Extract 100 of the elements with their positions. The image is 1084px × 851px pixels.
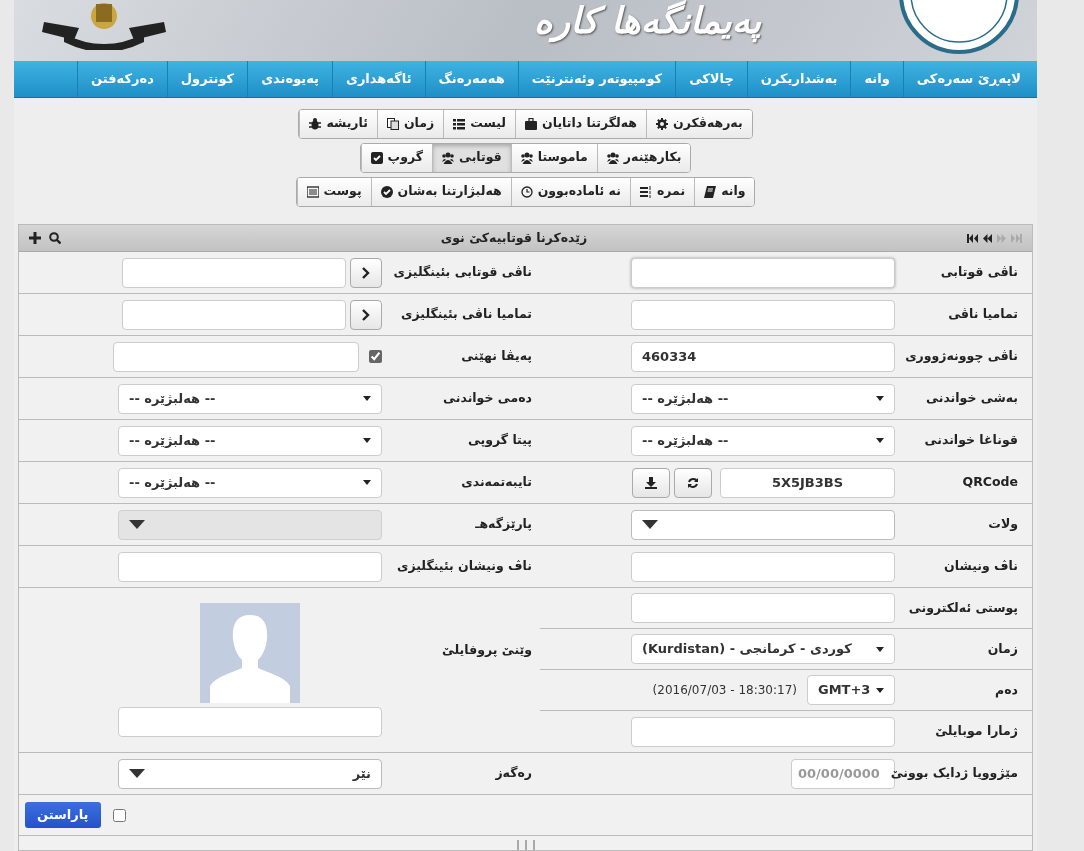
toolbar-button[interactable]: هەلگرتنا داتایان xyxy=(515,109,646,138)
users-icon xyxy=(442,151,454,164)
select-field[interactable]: -- هەلبژێرە -- xyxy=(631,425,895,456)
toolbar-button[interactable]: قوتابی xyxy=(432,143,511,172)
qrcode-field[interactable]: 5X5JB3BS xyxy=(720,467,895,498)
input-field[interactable] xyxy=(118,707,382,737)
input-field[interactable] xyxy=(122,299,346,330)
checkbox[interactable] xyxy=(112,808,126,822)
check-circle-icon xyxy=(380,185,393,198)
save-button[interactable]: پاراستن xyxy=(25,802,101,828)
select-field[interactable]: -- هەلبژێرە -- xyxy=(118,383,382,414)
field-label: زمان xyxy=(986,639,1018,658)
checkbox[interactable] xyxy=(369,350,382,363)
field-label: تماميا ناڤی بئینگلیزی xyxy=(400,305,532,324)
toolbar-button[interactable]: ئاریشە xyxy=(299,109,377,138)
download-icon xyxy=(645,476,657,489)
arrow-button[interactable] xyxy=(350,257,382,288)
field-label: ناڤی قوتابی xyxy=(939,263,1018,282)
add-button[interactable] xyxy=(29,232,41,244)
numbered-list-icon xyxy=(639,185,652,198)
list-icon xyxy=(453,117,466,130)
field-label: رەگەز xyxy=(494,764,532,783)
avatar-icon xyxy=(200,603,300,703)
timezone-select[interactable]: GMT+3 xyxy=(807,675,895,705)
toolbar-button[interactable]: نە ئامادەبوون xyxy=(510,177,630,206)
field-label: پیتا گروپی xyxy=(466,431,532,450)
field-label: دەم xyxy=(994,680,1018,700)
caret-icon xyxy=(363,480,371,485)
field-label: QRCode xyxy=(961,473,1018,492)
search-icon xyxy=(49,232,61,244)
field-label: تایبەتمەندی xyxy=(460,473,532,492)
field-label: ناڤی قوتابی بئینگلیزی xyxy=(392,263,532,282)
input-field[interactable] xyxy=(631,551,895,582)
field-label: پارێزگەهـ xyxy=(474,515,532,534)
field-label: پەیڤا نهێنی xyxy=(460,347,532,366)
toolbar-button[interactable]: زمان xyxy=(376,109,444,138)
chevron-icon xyxy=(362,308,370,321)
input-field[interactable] xyxy=(113,341,359,372)
last-page-icon xyxy=(1011,233,1022,243)
field-label: تماميا ناڤی xyxy=(947,305,1018,324)
briefcase-icon xyxy=(525,117,537,130)
toolbar-button[interactable]: بکارهێنەر xyxy=(596,143,691,172)
toolbar-button[interactable]: گروپ xyxy=(360,143,432,172)
toolbar-button[interactable]: نمرە xyxy=(629,177,695,206)
toolbar-button[interactable]: پوست xyxy=(296,177,371,206)
input-field[interactable] xyxy=(631,299,895,330)
caret-icon xyxy=(363,396,371,401)
translate-icon xyxy=(386,117,399,130)
input-field[interactable] xyxy=(631,593,895,623)
field-label: ناڤ ونیشان بئینگلیزی xyxy=(396,557,532,576)
field-label: قوناغا خواندنی xyxy=(923,431,1018,450)
refresh-button[interactable] xyxy=(674,467,712,498)
field-label: ناڤ ونیشان xyxy=(943,557,1018,576)
checkbox-icon xyxy=(370,151,383,164)
search-button[interactable] xyxy=(49,232,61,244)
refresh-icon xyxy=(687,476,699,489)
field-label: پوستی ئەلکترونی xyxy=(907,598,1018,617)
input-field[interactable] xyxy=(122,257,346,288)
download-button[interactable] xyxy=(632,467,670,498)
input-field[interactable] xyxy=(631,716,895,747)
next-page-icon xyxy=(997,233,1006,243)
plus-icon xyxy=(29,232,41,244)
time-text: (2016/07/03 - 18:30:17) xyxy=(652,682,797,699)
logo-title: پەیمانگەها کارە xyxy=(534,0,762,45)
input-field[interactable] xyxy=(631,257,895,288)
bug-icon xyxy=(309,117,322,130)
users-icon xyxy=(606,151,619,164)
newspaper-icon xyxy=(306,185,319,198)
caret-icon xyxy=(642,520,658,529)
select-field[interactable]: -- هەلبژێرە -- xyxy=(118,467,382,498)
caret-icon xyxy=(876,687,884,693)
toolbar-button[interactable]: وانە xyxy=(694,177,755,206)
clock-icon xyxy=(520,185,533,198)
select-field[interactable]: کوردی - کرمانجی - (Kurdistan) xyxy=(631,634,895,664)
select-field[interactable]: -- هەلبژێرە -- xyxy=(118,425,382,456)
book-icon xyxy=(704,185,717,198)
input-field[interactable]: 460334 xyxy=(631,341,895,372)
caret-icon xyxy=(363,438,371,443)
caret-icon xyxy=(129,520,145,529)
dropdown-field[interactable]: نێر xyxy=(118,758,382,789)
field-label: ولات xyxy=(987,515,1018,534)
chevron-icon xyxy=(362,266,370,279)
field-label: بەشی خواندنی xyxy=(925,389,1018,408)
users-icon xyxy=(520,151,533,164)
field-label: ژمارا موبایلێ xyxy=(934,722,1018,741)
select-field[interactable]: -- هەلبژێرە -- xyxy=(631,383,895,414)
toolbar-button[interactable]: لیست xyxy=(443,109,515,138)
toolbar-button[interactable]: بەرهەڤکرن xyxy=(646,109,752,138)
field-label: ناڤی چوونەژووری xyxy=(904,347,1018,366)
caret-icon xyxy=(876,438,884,443)
first-page-icon xyxy=(967,233,978,243)
field-label: وێنێ پروفایلێ xyxy=(440,640,532,659)
caret-icon xyxy=(876,396,884,401)
input-field[interactable] xyxy=(118,551,382,582)
toolbar-button[interactable]: هەلبژارتنا بەشان xyxy=(370,177,511,206)
dropdown-field[interactable] xyxy=(631,509,895,540)
toolbar-button[interactable]: ماموستا xyxy=(510,143,597,172)
caret-icon xyxy=(876,646,884,652)
arrow-button[interactable] xyxy=(350,299,382,330)
field-label: دەمی خواندنی xyxy=(442,389,532,408)
